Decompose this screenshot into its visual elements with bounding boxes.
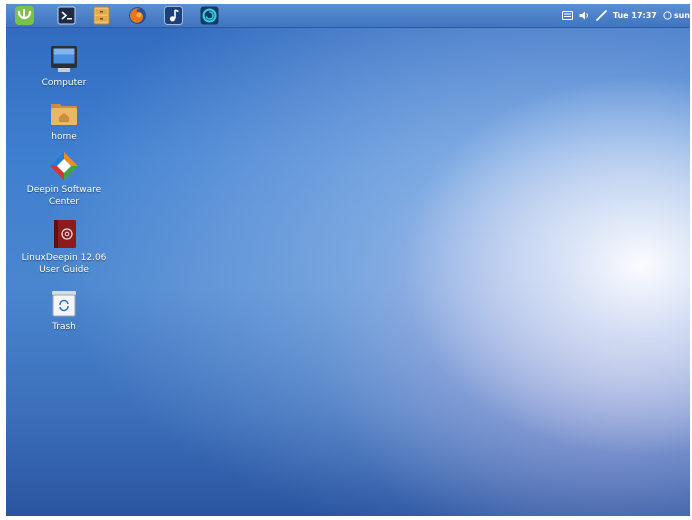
terminal-launcher[interactable] — [57, 6, 76, 25]
music-player-launcher[interactable] — [164, 6, 183, 25]
volume-icon[interactable] — [579, 11, 590, 20]
file-manager-launcher[interactable] — [92, 6, 111, 25]
deepin-menu-launcher[interactable] — [15, 6, 34, 25]
top-panel: Tue 17:37 sun — [6, 4, 690, 28]
firefox-icon — [129, 7, 146, 24]
desktop-icon-home[interactable]: home — [18, 98, 110, 143]
terminal-icon — [57, 6, 76, 25]
desktop-icon-label: Trash — [52, 322, 76, 332]
software-center-icon — [50, 152, 78, 180]
desktop: Tue 17:37 sun Computer home Deepin Softw… — [6, 4, 690, 516]
home-folder-icon — [51, 104, 77, 125]
desktop-icon-label: Computer — [41, 78, 87, 88]
desktop-icon-label: home — [51, 132, 77, 142]
clock[interactable]: Tue 17:37 — [613, 11, 657, 20]
power-icon[interactable] — [663, 11, 672, 20]
desktop-icon-label: Deepin Software Center — [26, 185, 102, 207]
network-icon[interactable] — [595, 10, 607, 21]
user-guide-icon — [54, 220, 76, 248]
computer-icon — [51, 46, 77, 72]
music-note-icon — [164, 6, 183, 25]
user-name[interactable]: sun — [674, 11, 690, 20]
file-cabinet-icon — [93, 6, 110, 25]
deepin-logo-icon — [15, 6, 34, 25]
desktop-icon-software-center[interactable]: Deepin Software Center — [18, 151, 110, 208]
system-tray: Tue 17:37 sun — [561, 4, 690, 27]
desktop-icon-label: LinuxDeepin 12.06 User Guide — [21, 253, 107, 275]
keyboard-icon[interactable] — [561, 11, 573, 20]
swirl-app-icon — [200, 6, 219, 25]
trash-icon — [52, 291, 76, 317]
desktop-icon-user-guide[interactable]: LinuxDeepin 12.06 User Guide — [18, 219, 110, 276]
deepin-app-launcher[interactable] — [200, 6, 219, 25]
desktop-icon-trash[interactable]: Trash — [18, 288, 110, 333]
desktop-icon-computer[interactable]: Computer — [18, 44, 110, 89]
firefox-launcher[interactable] — [128, 6, 147, 25]
